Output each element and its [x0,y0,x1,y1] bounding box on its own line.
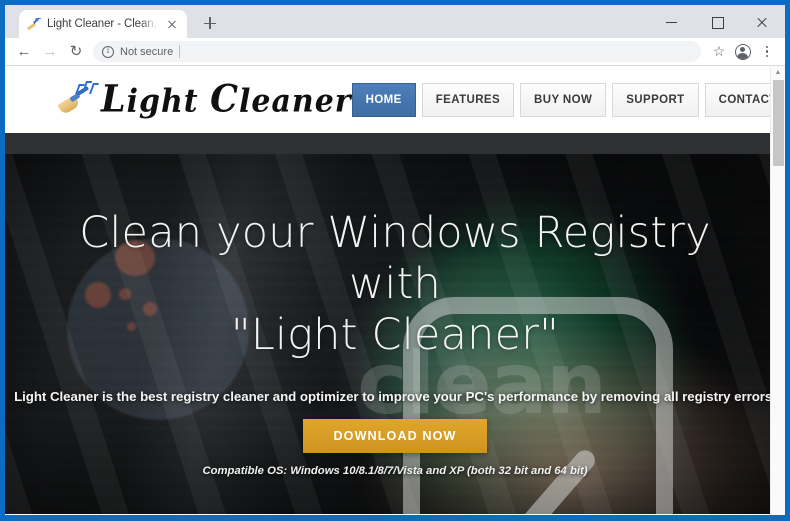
account-icon[interactable] [731,40,755,64]
browser-window: Light Cleaner - Clean, Optimize ← → ↻ No… [5,5,785,515]
address-bar[interactable]: Not secure [93,41,701,62]
nav-item-home[interactable]: HOME [351,82,416,117]
scrollbar-up-arrow-icon[interactable]: ▲ [771,66,785,79]
logo-word-leaner: leaner [238,83,352,121]
hero-heading-line-3: "Light Cleaner" [230,310,560,360]
tab-favicon-broom-icon [26,17,41,32]
site-header: Light Cleaner HOME FEATURES BUY NOW SUPP… [5,66,785,133]
logo-cap-l: L [101,77,127,122]
outer-blue-frame: Light Cleaner - Clean, Optimize ← → ↻ No… [0,0,790,521]
star-icon[interactable]: ☆ [707,40,731,64]
hero-section: clean Clean your Windows Registry with "… [5,154,785,514]
hero-heading-line-2: with [348,259,442,309]
reload-icon[interactable]: ↻ [63,39,89,65]
tab-close-icon[interactable] [164,16,180,32]
browser-tab-bar: Light Cleaner - Clean, Optimize [5,5,785,38]
page-scrollbar[interactable]: ▲ [770,66,785,515]
browser-toolbar: ← → ↻ Not secure ☆ [5,38,785,66]
minimize-icon[interactable] [650,5,695,38]
close-window-icon[interactable] [740,5,785,38]
logo-text: Light Cleaner [101,78,352,121]
download-now-button[interactable]: DOWNLOAD NOW [303,419,487,453]
hero-cta-wrap: DOWNLOAD NOW [5,419,785,453]
nav-item-features[interactable]: FEATURES [421,82,515,117]
logo-broom-icon [57,80,100,120]
info-circle-icon[interactable] [102,45,114,58]
new-tab-plus-icon[interactable] [196,9,224,37]
nav-item-support[interactable]: SUPPORT [612,82,699,117]
hero-heading-line-1: Clean your Windows Registry [79,208,711,258]
compatibility-note: Compatible OS: Windows 10/8.1/8/7/Vista … [202,465,588,477]
nav-item-buy-now[interactable]: BUY NOW [520,82,607,117]
hero-heading: Clean your Windows Registry with "Light … [5,208,785,361]
back-arrow-icon[interactable]: ← [11,39,37,65]
main-navigation: HOME FEATURES BUY NOW SUPPORT CONTACT [351,82,785,117]
logo-word-ight: ight [126,83,199,121]
maximize-icon[interactable] [695,5,740,38]
security-status-label: Not secure [120,45,174,58]
window-controls [650,5,785,38]
browser-tab[interactable]: Light Cleaner - Clean, Optimize [19,10,187,38]
kebab-menu-icon[interactable] [755,40,779,64]
hero-subtitle: Light Cleaner is the best registry clean… [14,389,776,404]
header-dark-strip [5,133,785,154]
logo-cap-c: C [210,77,239,122]
site-logo[interactable]: Light Cleaner [57,78,352,121]
page-viewport: Light Cleaner HOME FEATURES BUY NOW SUPP… [5,66,785,514]
tab-title: Light Cleaner - Clean, Optimize [47,18,158,30]
scrollbar-thumb[interactable] [773,80,784,166]
omnibox-divider [179,45,181,58]
hero-content: Clean your Windows Registry with "Light … [5,154,785,477]
forward-arrow-icon[interactable]: → [37,39,63,65]
